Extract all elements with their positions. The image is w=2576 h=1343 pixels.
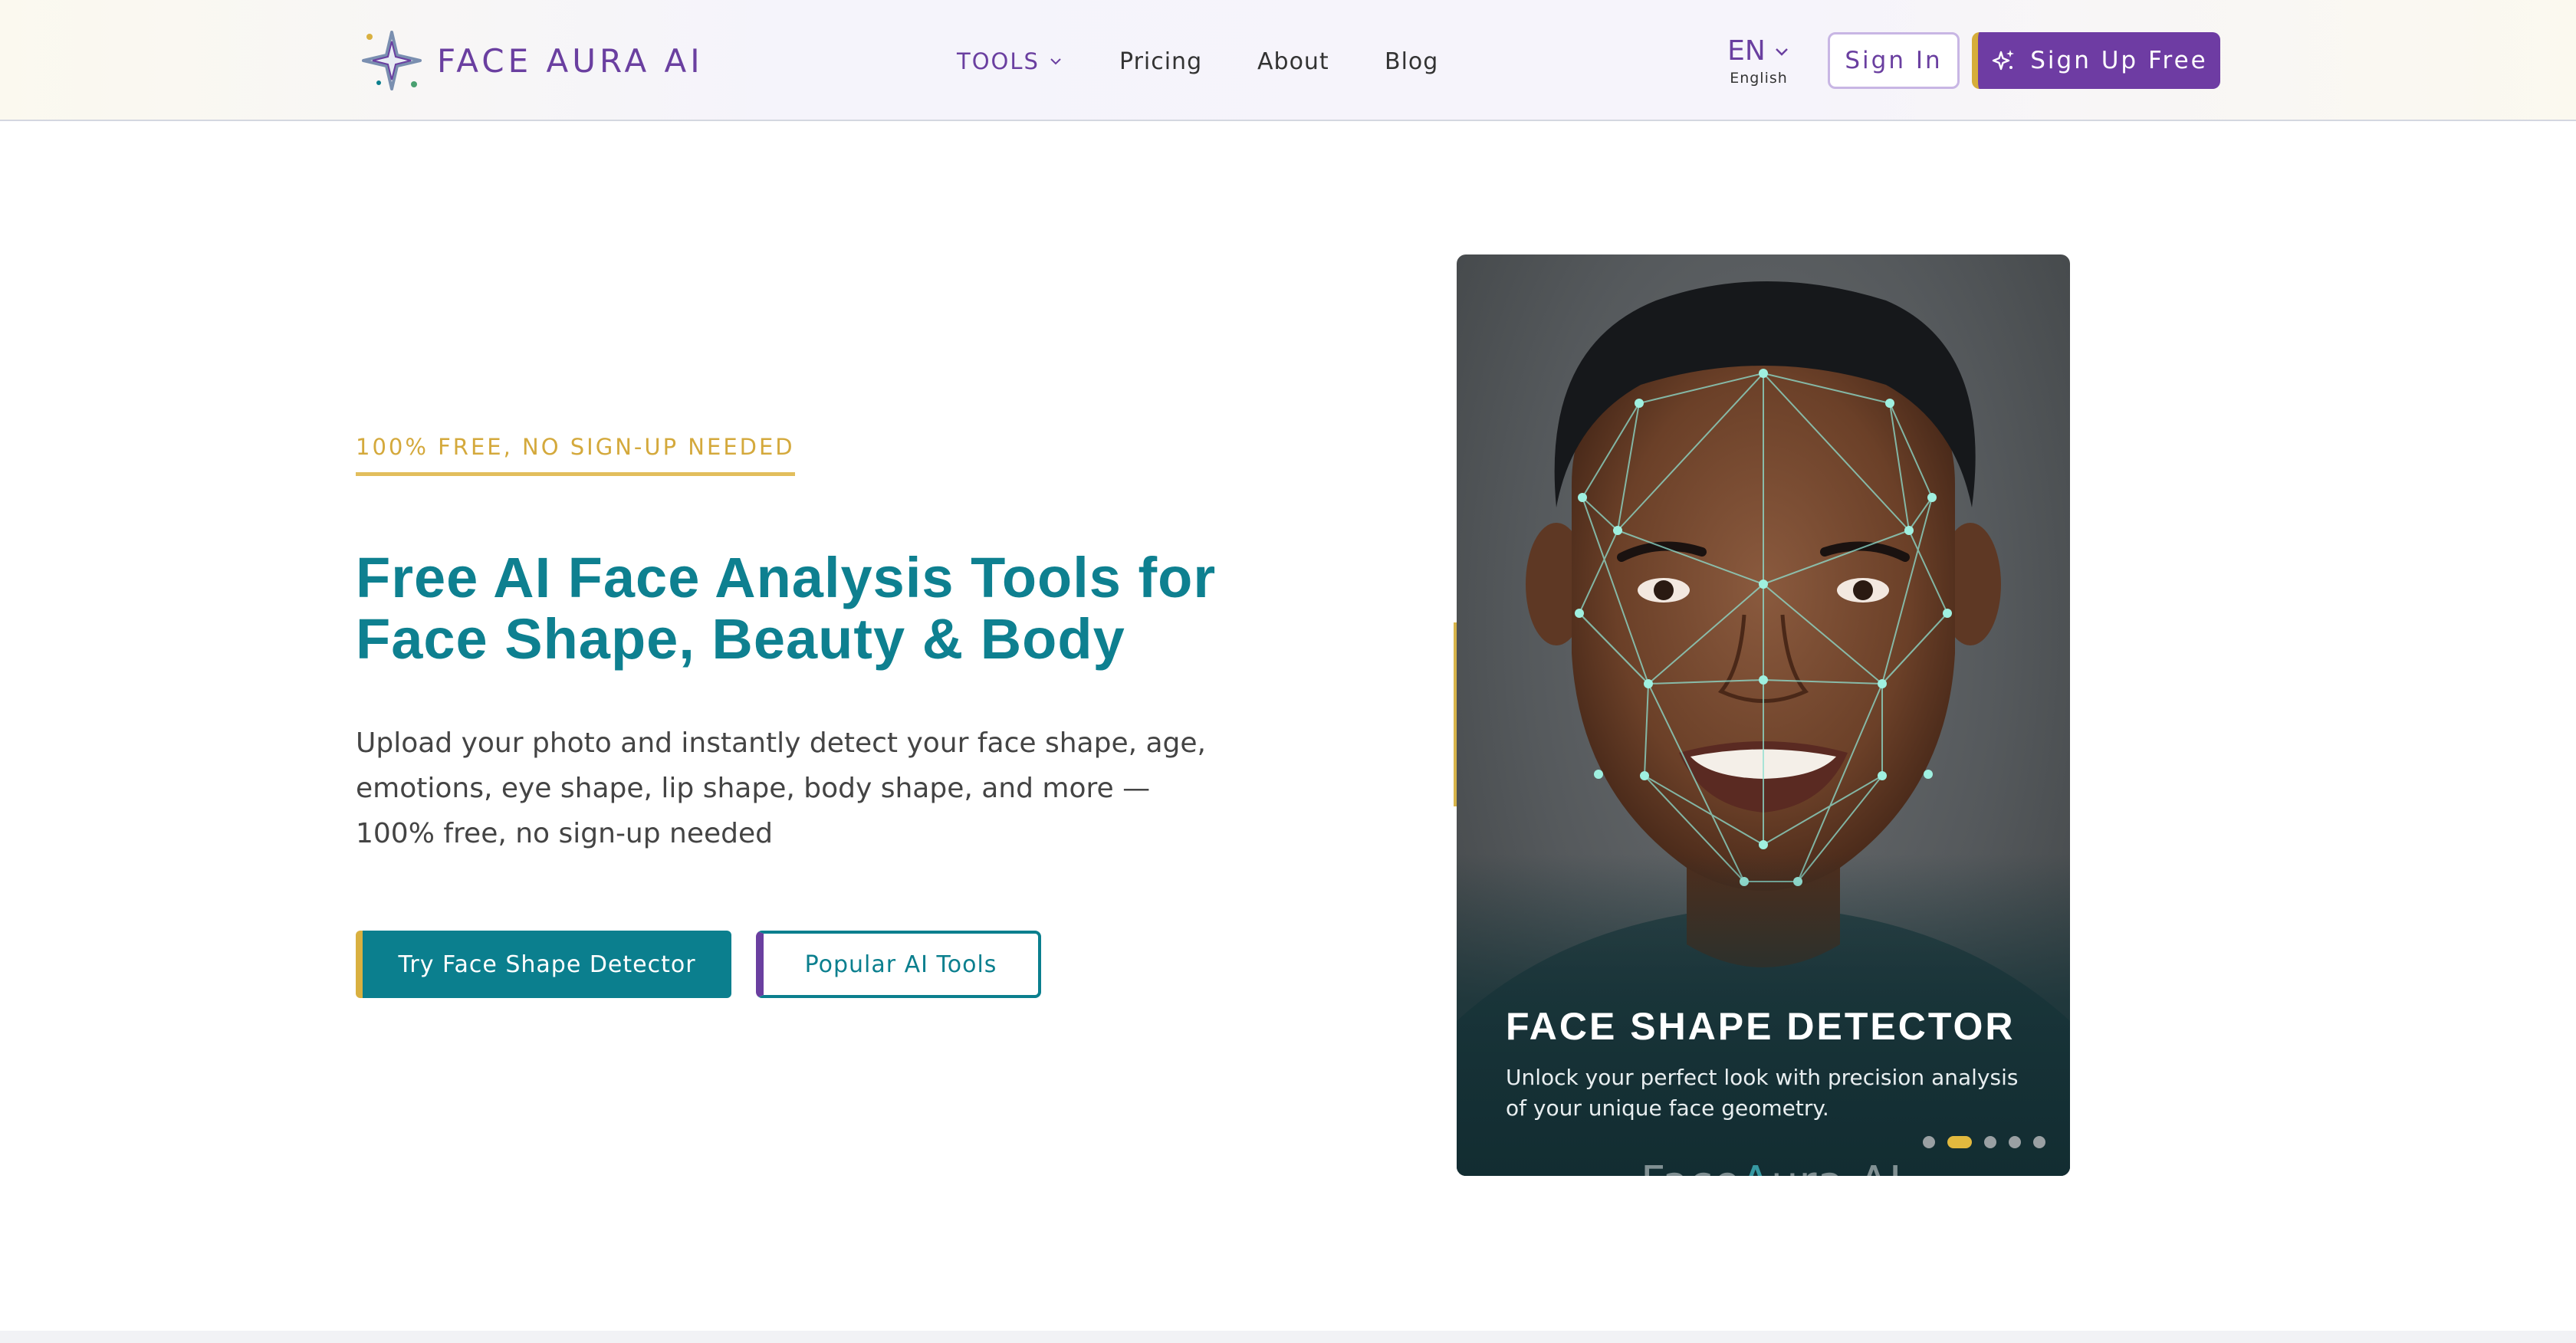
sparkles-icon: [1993, 50, 2015, 71]
sign-in-label: Sign In: [1845, 47, 1943, 74]
carousel-slide-title: FACE SHAPE DETECTOR: [1506, 1005, 2016, 1048]
nav-link-about[interactable]: About: [1257, 38, 1329, 84]
language-name: English: [1730, 70, 1788, 87]
carousel-dot-3[interactable]: [1984, 1136, 1996, 1148]
hero-subtitle: Upload your photo and instantly detect y…: [356, 727, 1207, 849]
primary-cta-label: Try Face Shape Detector: [398, 951, 696, 978]
carousel-dot-4[interactable]: [2009, 1136, 2021, 1148]
secondary-cta-label: Popular AI Tools: [804, 951, 997, 978]
hero-carousel[interactable]: FACE SHAPE DETECTOR Unlock your perfect …: [1457, 254, 2070, 1176]
sign-in-button[interactable]: Sign In: [1828, 32, 1960, 89]
language-code: EN: [1727, 35, 1766, 67]
nav-link-blog[interactable]: Blog: [1385, 38, 1438, 84]
nav-tools-dropdown[interactable]: TOOLS: [957, 38, 1063, 84]
sign-up-label: Sign Up Free: [2030, 47, 2208, 74]
carousel-dot-2[interactable]: [1947, 1136, 1972, 1148]
site-header: FACE AURA AI TOOLS Pricing About Blog EN…: [0, 0, 2576, 121]
nav-link-pricing[interactable]: Pricing: [1119, 38, 1202, 84]
hero-eyebrow: 100% FREE, NO SIGN-UP NEEDED: [356, 434, 795, 476]
chevron-down-icon: [1775, 48, 1788, 56]
nav-link-about-label: About: [1257, 48, 1329, 75]
watermark-pre: Face: [1641, 1157, 1741, 1176]
logo-star-icon: [362, 31, 422, 90]
chevron-down-icon: [1050, 58, 1061, 65]
nav-link-pricing-label: Pricing: [1119, 48, 1203, 75]
hero-title-line-1: Free AI Face Analysis Tools for: [356, 546, 1217, 609]
watermark-a: A: [1741, 1157, 1771, 1176]
language-code-row: EN: [1727, 35, 1790, 67]
next-section-edge: [0, 1331, 2576, 1343]
logo-text: FACE AURA AI: [437, 41, 704, 80]
carousel-dot-1[interactable]: [1923, 1136, 1935, 1148]
watermark-post: ura AI: [1771, 1157, 1902, 1176]
sign-up-button[interactable]: Sign Up Free: [1972, 32, 2220, 89]
language-selector[interactable]: EN English: [1720, 35, 1797, 87]
watermark-logo: FaceAura AI: [1641, 1157, 1902, 1176]
logo[interactable]: FACE AURA AI: [357, 26, 704, 95]
hero-title-line-2: Face Shape, Beauty & Body: [356, 607, 1125, 671]
carousel-slide-description: Unlock your perfect look with precision …: [1506, 1065, 2019, 1121]
carousel-pagination: [1923, 1136, 2058, 1148]
try-face-shape-detector-button[interactable]: Try Face Shape Detector: [356, 931, 731, 998]
nav-tools-label: TOOLS: [957, 48, 1040, 74]
popular-ai-tools-button[interactable]: Popular AI Tools: [756, 931, 1041, 998]
carousel-dot-5[interactable]: [2033, 1136, 2045, 1148]
nav-link-blog-label: Blog: [1385, 48, 1439, 75]
hero-title: Free AI Face Analysis Tools for Face Sha…: [356, 547, 1276, 670]
